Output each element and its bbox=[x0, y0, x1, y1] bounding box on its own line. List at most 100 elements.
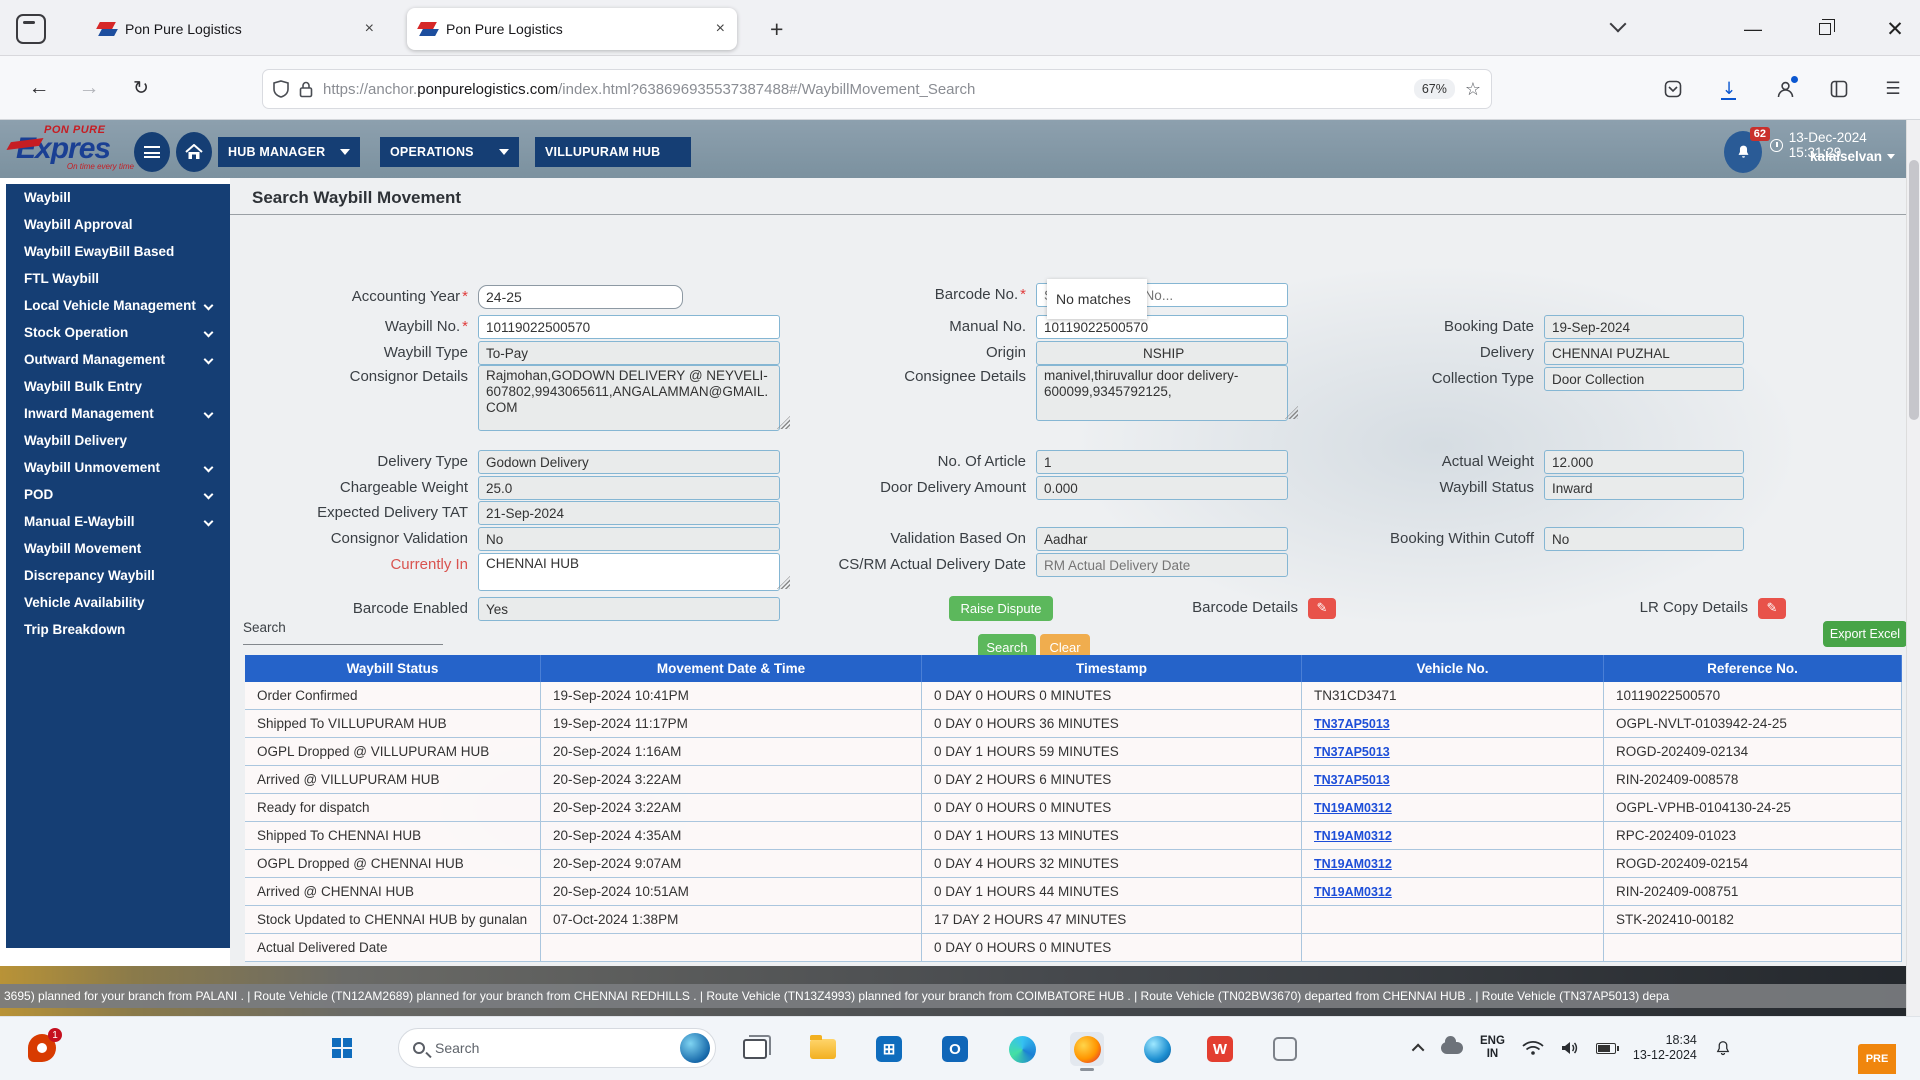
sidebar-item-local-vehicle-management[interactable]: Local Vehicle Management bbox=[6, 292, 230, 319]
wps-office-icon[interactable]: W bbox=[1203, 1032, 1237, 1066]
collection-type-input[interactable] bbox=[1544, 367, 1744, 391]
tab-close-icon[interactable]: × bbox=[365, 20, 374, 38]
consignor-details-textarea[interactable]: Rajmohan,GODOWN DELIVERY @ NEYVELI-60780… bbox=[478, 365, 780, 431]
no-of-article-input[interactable] bbox=[1036, 450, 1288, 474]
results-search-input[interactable]: Search bbox=[243, 620, 286, 635]
start-button[interactable] bbox=[332, 1038, 353, 1059]
csrm-actual-delivery-date-input[interactable] bbox=[1036, 553, 1288, 577]
volume-icon[interactable] bbox=[1561, 1040, 1579, 1056]
sidebar-item-waybill-bulk-entry[interactable]: Waybill Bulk Entry bbox=[6, 373, 230, 400]
consignor-validation-input[interactable] bbox=[478, 527, 780, 551]
waybill-status-input[interactable] bbox=[1544, 476, 1744, 500]
battery-icon[interactable] bbox=[1596, 1043, 1616, 1054]
tab-close-icon[interactable]: × bbox=[716, 20, 725, 38]
waybill-type-input[interactable] bbox=[478, 341, 780, 365]
sidebar-item-inward-management[interactable]: Inward Management bbox=[6, 400, 230, 427]
sidebar-item-waybill-movement[interactable]: Waybill Movement bbox=[6, 535, 230, 562]
snipping-tool-icon[interactable] bbox=[1268, 1032, 1302, 1066]
address-field[interactable]: https://anchor.ponpurelogistics.com/inde… bbox=[263, 70, 1491, 108]
notification-bell-icon[interactable] bbox=[1714, 1039, 1732, 1058]
file-explorer-icon[interactable] bbox=[806, 1032, 840, 1066]
barcode-enabled-input[interactable] bbox=[478, 597, 780, 621]
role-select[interactable]: HUB MANAGER bbox=[218, 137, 360, 167]
vehicle-link[interactable]: TN37AP5013 bbox=[1314, 773, 1390, 787]
taskbar-clock[interactable]: 18:3413-12-2024 bbox=[1633, 1033, 1697, 1063]
vehicle-link[interactable]: TN37AP5013 bbox=[1314, 745, 1390, 759]
sidebar-item-discrepancy-waybill[interactable]: Discrepancy Waybill bbox=[6, 562, 230, 589]
currently-in-textarea[interactable]: CHENNAI HUB bbox=[478, 553, 780, 591]
sidebar-item-stock-operation[interactable]: Stock Operation bbox=[6, 319, 230, 346]
list-all-tabs-icon[interactable] bbox=[1610, 16, 1627, 33]
firefox-icon[interactable] bbox=[1070, 1032, 1104, 1066]
onedrive-icon[interactable] bbox=[1441, 1042, 1463, 1054]
raise-dispute-button[interactable]: Raise Dispute bbox=[949, 596, 1053, 621]
module-select[interactable]: OPERATIONS bbox=[380, 137, 519, 167]
vehicle-link[interactable]: TN19AM0312 bbox=[1314, 829, 1392, 843]
lr-copy-edit-button[interactable]: ✎ bbox=[1758, 598, 1786, 619]
forward-button[interactable]: → bbox=[72, 72, 106, 104]
accounting-year-input[interactable] bbox=[478, 285, 683, 309]
door-delivery-amount-input[interactable] bbox=[1036, 476, 1288, 500]
sidebar-item-trip-breakdown[interactable]: Trip Breakdown bbox=[6, 616, 230, 643]
zoom-level-badge[interactable]: 67% bbox=[1414, 79, 1455, 99]
delivery-type-input[interactable] bbox=[478, 450, 780, 474]
window-minimize-button[interactable]: — bbox=[1738, 14, 1768, 44]
sidebar-item-waybill-approval[interactable]: Waybill Approval bbox=[6, 211, 230, 238]
microsoft-store-icon[interactable]: ⊞ bbox=[872, 1032, 906, 1066]
new-tab-button[interactable]: + bbox=[770, 16, 783, 43]
export-excel-button[interactable]: Export Excel bbox=[1823, 621, 1907, 647]
back-button[interactable]: ← bbox=[22, 72, 56, 104]
origin-input[interactable] bbox=[1036, 341, 1288, 365]
menu-toggle-button[interactable] bbox=[134, 132, 170, 172]
notifications-button[interactable]: 62 bbox=[1724, 131, 1762, 173]
window-close-button[interactable]: ✕ bbox=[1880, 14, 1910, 44]
sidebar-item-outward-management[interactable]: Outward Management bbox=[6, 346, 230, 373]
delivery-input[interactable] bbox=[1544, 341, 1744, 365]
alert-pin-icon[interactable]: 1 bbox=[26, 1030, 60, 1066]
booking-within-cutoff-input[interactable] bbox=[1544, 527, 1744, 551]
sidebar-item-vehicle-availability[interactable]: Vehicle Availability bbox=[6, 589, 230, 616]
tab-pon-pure-2-active[interactable]: Pon Pure Logistics × bbox=[407, 8, 737, 50]
consignee-details-textarea[interactable]: manivel,thiruvallur door delivery-600099… bbox=[1036, 365, 1288, 421]
firefox-view-icon[interactable] bbox=[16, 14, 46, 44]
sidebar-item-waybill-ewaybill-based[interactable]: Waybill EwayBill Based bbox=[6, 238, 230, 265]
task-view-icon[interactable] bbox=[738, 1032, 772, 1066]
vehicle-link[interactable]: TN19AM0312 bbox=[1314, 885, 1392, 899]
menu-icon[interactable]: ☰ bbox=[1880, 76, 1906, 102]
vehicle-link[interactable]: TN19AM0312 bbox=[1314, 801, 1392, 815]
user-menu[interactable]: kalaiselvan bbox=[1810, 149, 1895, 164]
validation-based-on-input[interactable] bbox=[1036, 527, 1288, 551]
sidebar-item-waybill[interactable]: Waybill bbox=[6, 184, 230, 211]
account-icon[interactable] bbox=[1772, 76, 1798, 102]
ponpure-logo[interactable]: PON PURE Expres On time every time bbox=[10, 124, 138, 178]
taskbar-search[interactable]: Search bbox=[398, 1028, 716, 1068]
sidebar-item-pod[interactable]: POD bbox=[6, 481, 230, 508]
vehicle-link[interactable]: TN19AM0312 bbox=[1314, 857, 1392, 871]
sidebar-item-waybill-delivery[interactable]: Waybill Delivery bbox=[6, 427, 230, 454]
language-indicator[interactable]: ENGIN bbox=[1480, 1035, 1505, 1061]
sidebar-item-ftl-waybill[interactable]: FTL Waybill bbox=[6, 265, 230, 292]
reload-button[interactable]: ↻ bbox=[124, 72, 158, 104]
sidebar-item-waybill-unmovement[interactable]: Waybill Unmovement bbox=[6, 454, 230, 481]
outlook-icon[interactable]: O bbox=[938, 1032, 972, 1066]
expected-delivery-tat-input[interactable] bbox=[478, 501, 780, 525]
browser-sphere-icon[interactable] bbox=[1140, 1032, 1174, 1066]
bookmark-star-icon[interactable]: ☆ bbox=[1465, 79, 1481, 100]
sidebar-icon[interactable] bbox=[1826, 76, 1852, 102]
edge-icon[interactable] bbox=[1005, 1032, 1039, 1066]
booking-date-input[interactable] bbox=[1544, 315, 1744, 339]
sidebar-item-manual-e-waybill[interactable]: Manual E-Waybill bbox=[6, 508, 230, 535]
window-restore-button[interactable] bbox=[1810, 14, 1840, 44]
tab-pon-pure-1[interactable]: Pon Pure Logistics × bbox=[86, 8, 386, 50]
barcode-details-edit-button[interactable]: ✎ bbox=[1308, 598, 1336, 619]
chargeable-weight-input[interactable] bbox=[478, 476, 780, 500]
vehicle-link[interactable]: TN37AP5013 bbox=[1314, 717, 1390, 731]
wifi-icon[interactable] bbox=[1522, 1040, 1544, 1056]
home-button[interactable] bbox=[176, 132, 212, 172]
scrollbar-thumb[interactable] bbox=[1909, 160, 1919, 420]
downloads-icon[interactable]: ↓ bbox=[1716, 76, 1742, 102]
pocket-icon[interactable] bbox=[1660, 76, 1686, 102]
vertical-scrollbar[interactable] bbox=[1906, 120, 1920, 1016]
waybill-no-input[interactable] bbox=[478, 315, 780, 339]
actual-weight-input[interactable] bbox=[1544, 450, 1744, 474]
